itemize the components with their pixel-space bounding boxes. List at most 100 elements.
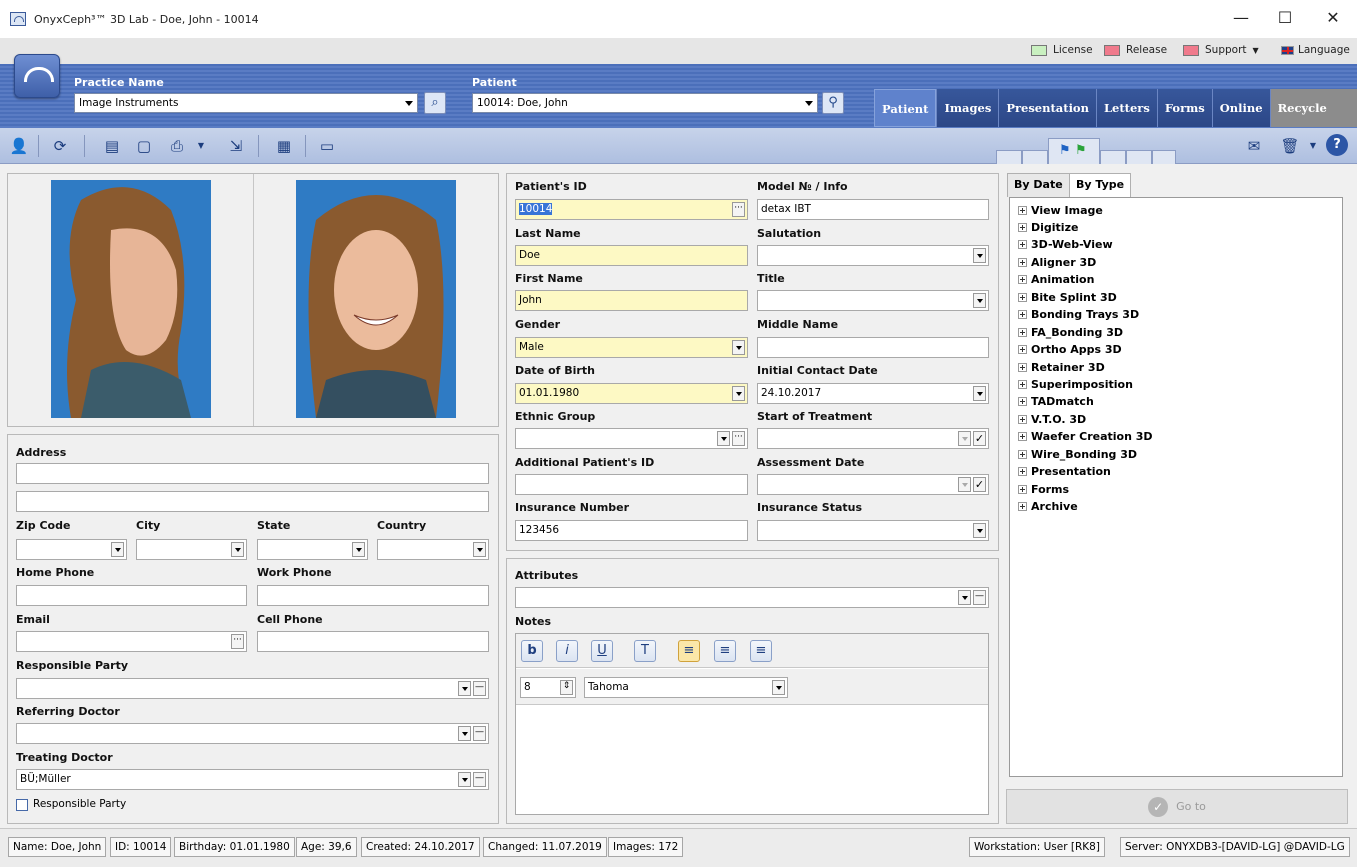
tree-item[interactable]: FA_Bonding 3D (1018, 326, 1123, 339)
chevron-down-icon[interactable] (732, 340, 745, 355)
frontal-photo[interactable] (296, 180, 456, 418)
flags-tab[interactable]: ⚑ ⚑ (1048, 138, 1100, 164)
tree-item[interactable]: Forms (1018, 483, 1069, 496)
middle-name-input[interactable] (757, 337, 989, 358)
insurance-number-input[interactable]: 123456 (515, 520, 748, 541)
chevron-down-icon[interactable] (958, 431, 971, 446)
ellipsis-button[interactable]: ··· (231, 634, 244, 649)
minus-button[interactable]: — (473, 681, 486, 696)
view-tab[interactable] (1152, 150, 1176, 164)
tab-forms[interactable]: Forms (1156, 89, 1212, 127)
underline-button[interactable]: U (591, 640, 613, 662)
minus-button[interactable]: — (473, 772, 486, 787)
tree-item[interactable]: View Image (1018, 204, 1103, 217)
chevron-down-icon[interactable] (458, 681, 471, 696)
expand-icon[interactable] (1018, 397, 1027, 406)
title-select[interactable] (757, 290, 989, 311)
tab-online[interactable]: Online (1211, 89, 1270, 127)
expand-icon[interactable] (1018, 432, 1027, 441)
first-name-input[interactable]: John (515, 290, 748, 311)
cell-phone-input[interactable] (257, 631, 489, 652)
align-right-button[interactable]: ≡ (750, 640, 772, 662)
expand-icon[interactable] (1018, 415, 1027, 424)
address-line1-input[interactable] (16, 463, 489, 484)
view-tab[interactable] (1022, 150, 1048, 164)
attributes-select[interactable]: — (515, 587, 989, 608)
view-tab[interactable] (1100, 150, 1126, 164)
expand-icon[interactable] (1018, 240, 1027, 249)
tree-item[interactable]: 3D-Web-View (1018, 238, 1113, 251)
expand-icon[interactable] (1018, 328, 1027, 337)
dob-picker[interactable]: 01.01.1980 (515, 383, 748, 404)
refresh-icon[interactable]: ⟳ (48, 134, 72, 158)
view-tab[interactable] (1126, 150, 1152, 164)
practice-search-button[interactable]: ⌕ (424, 92, 446, 114)
chevron-down-icon[interactable]: ▼ (194, 134, 208, 158)
expand-icon[interactable] (1018, 275, 1027, 284)
document-icon[interactable]: ▢ (132, 134, 156, 158)
check-icon[interactable]: ✓ (973, 477, 986, 492)
italic-button[interactable]: i (556, 640, 578, 662)
message-icon[interactable]: ✉ (1242, 134, 1266, 158)
state-select[interactable] (257, 539, 368, 560)
insurance-status-select[interactable] (757, 520, 989, 541)
tab-recycle-bin[interactable]: Recycle Bin (1269, 89, 1357, 153)
additional-id-input[interactable] (515, 474, 748, 495)
language-link[interactable]: Language (1281, 44, 1350, 56)
referring-doctor-select[interactable]: — (16, 723, 489, 744)
tree-item[interactable]: Archive (1018, 500, 1078, 513)
ethnic-group-select[interactable]: ··· (515, 428, 748, 449)
tab-by-type[interactable]: By Type (1069, 173, 1132, 197)
maximize-button[interactable]: ☐ (1262, 8, 1308, 27)
address-line2-input[interactable] (16, 491, 489, 512)
tab-images[interactable]: Images (936, 89, 999, 127)
chevron-down-icon[interactable] (473, 542, 486, 557)
tab-presentation[interactable]: Presentation (998, 89, 1096, 127)
export-icon[interactable]: ⇲ (224, 134, 248, 158)
print-icon[interactable]: ⎙ (165, 134, 189, 158)
profile-photo[interactable] (51, 180, 211, 418)
model-info-input[interactable]: detax IBT (757, 199, 989, 220)
qr-icon[interactable]: ▦ (272, 134, 296, 158)
go-to-button[interactable]: ✓ Go to (1006, 789, 1348, 824)
license-link[interactable]: License (1031, 44, 1093, 56)
patient-search-button[interactable]: ⚲ (822, 92, 844, 114)
help-icon[interactable]: ? (1326, 134, 1348, 156)
close-button[interactable]: ✕ (1310, 8, 1356, 27)
view-tab[interactable] (996, 150, 1022, 164)
expand-icon[interactable] (1018, 450, 1027, 459)
align-center-button[interactable]: ≡ (714, 640, 736, 662)
city-select[interactable] (136, 539, 247, 560)
save-icon[interactable]: ▭ (315, 134, 339, 158)
chevron-down-icon[interactable] (231, 542, 244, 557)
tab-patient[interactable]: Patient (874, 89, 937, 127)
responsible-party-checkbox[interactable] (16, 799, 28, 811)
font-size-spinner[interactable]: 8 ⇕ (520, 677, 576, 698)
align-left-button[interactable]: ≡ (678, 640, 700, 662)
tree-item[interactable]: Ortho Apps 3D (1018, 343, 1122, 356)
expand-icon[interactable] (1018, 293, 1027, 302)
notes-text-area[interactable] (516, 706, 988, 814)
email-input[interactable]: ··· (16, 631, 247, 652)
ellipsis-button[interactable]: ··· (732, 202, 745, 217)
tree-item[interactable]: Waefer Creation 3D (1018, 430, 1153, 443)
tab-letters[interactable]: Letters (1095, 89, 1157, 127)
last-name-input[interactable]: Doe (515, 245, 748, 266)
text-format-button[interactable]: T (634, 640, 656, 662)
chevron-down-icon[interactable] (973, 293, 986, 308)
bold-button[interactable]: b (521, 640, 543, 662)
tree-item[interactable]: TADmatch (1018, 395, 1094, 408)
expand-icon[interactable] (1018, 485, 1027, 494)
minus-button[interactable]: — (473, 726, 486, 741)
chevron-down-icon[interactable] (973, 386, 986, 401)
chevron-down-icon[interactable] (958, 477, 971, 492)
chevron-down-icon[interactable] (772, 680, 785, 695)
start-treatment-picker[interactable]: ✓ (757, 428, 989, 449)
chevron-down-icon[interactable] (732, 386, 745, 401)
ellipsis-button[interactable]: ··· (732, 431, 745, 446)
patient-add-icon[interactable]: 👤 (7, 134, 31, 158)
tree-item[interactable]: Digitize (1018, 221, 1078, 234)
initial-contact-picker[interactable]: 24.10.2017 (757, 383, 989, 404)
gender-select[interactable]: Male (515, 337, 748, 358)
font-name-select[interactable]: Tahoma (584, 677, 788, 698)
